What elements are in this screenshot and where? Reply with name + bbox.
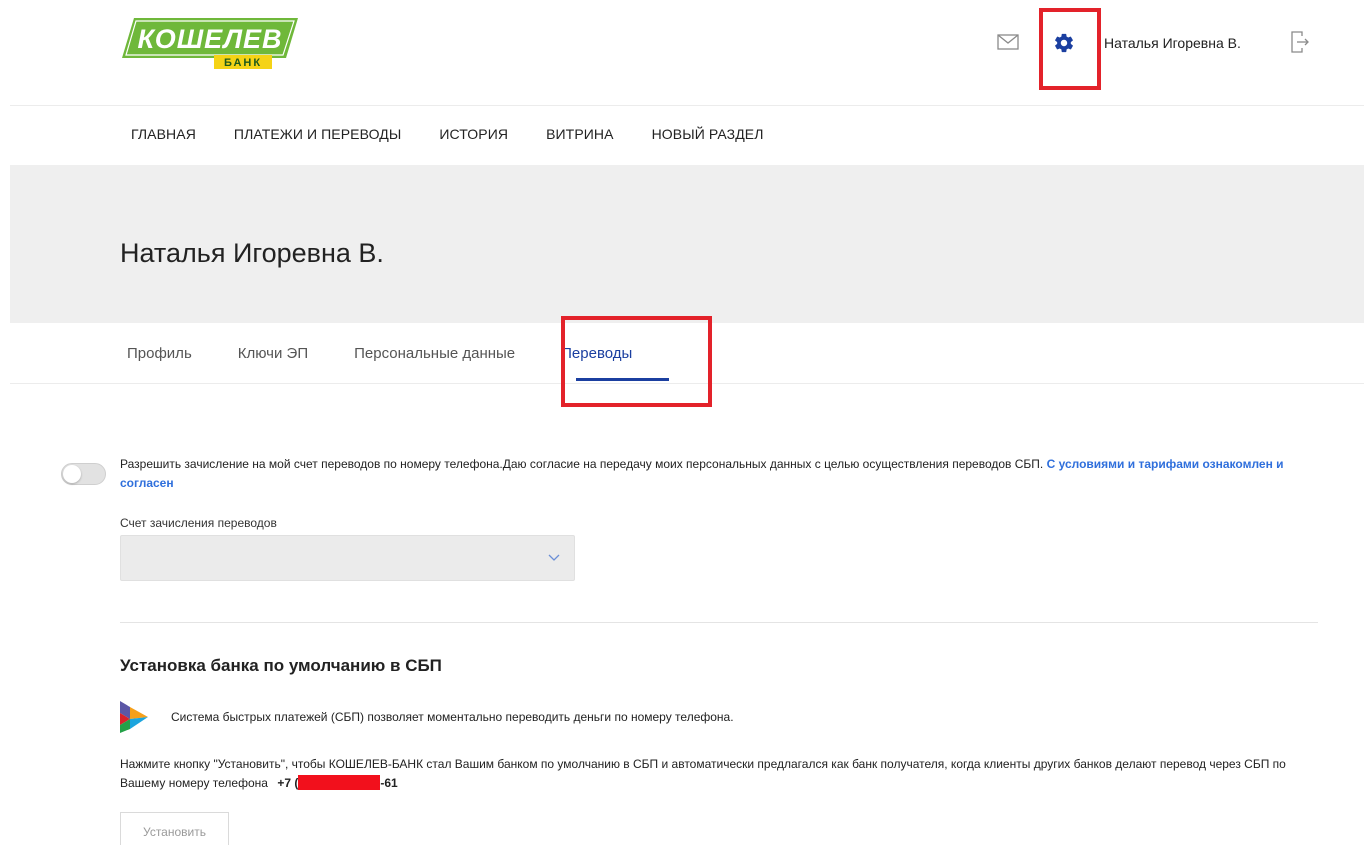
sbp-section-title: Установка банка по умолчанию в СБП xyxy=(120,656,442,675)
nav-item-new-section[interactable]: НОВЫЙ РАЗДЕЛ xyxy=(652,126,764,142)
redaction-bar xyxy=(298,775,381,790)
tab-profile[interactable]: Профиль xyxy=(127,345,192,362)
sbp-description: Система быстрых платежей (СБП) позволяет… xyxy=(171,710,734,724)
page-title: Наталья Игоревна В. xyxy=(120,238,384,268)
logo-text: КОШЕЛЕВ xyxy=(137,24,282,54)
install-button[interactable]: Установить xyxy=(120,812,229,845)
tab-personal-data[interactable]: Персональные данные xyxy=(354,345,515,362)
consent-label: Разрешить зачисление на мой счет перевод… xyxy=(120,457,1047,471)
toggle-knob xyxy=(63,465,81,483)
profile-tabs: Профиль Ключи ЭП Персональные данные Пер… xyxy=(127,345,678,362)
header-divider xyxy=(10,105,1364,106)
logo-subtext: БАНК xyxy=(224,57,262,69)
tabs-divider xyxy=(10,383,1364,384)
profile-banner: Наталья Игоревна В. xyxy=(10,165,1364,323)
user-name[interactable]: Наталья Игоревна В. xyxy=(1104,35,1241,51)
bank-logo[interactable]: КОШЕЛЕВ БАНК xyxy=(118,14,304,72)
account-select[interactable] xyxy=(120,535,575,581)
nav-item-history[interactable]: ИСТОРИЯ xyxy=(439,126,508,142)
phone-number: +7 ( -61 xyxy=(277,775,398,790)
tab-transfers[interactable]: Переводы xyxy=(561,345,632,362)
section-divider xyxy=(120,622,1318,623)
nav-item-showcase[interactable]: ВИТРИНА xyxy=(546,126,614,142)
account-select-label: Счет зачисления переводов xyxy=(120,516,277,530)
phone-prefix: +7 ( xyxy=(277,776,299,790)
nav-item-home[interactable]: ГЛАВНАЯ xyxy=(131,126,196,142)
phone-suffix: -61 xyxy=(380,776,398,790)
tab-keys[interactable]: Ключи ЭП xyxy=(238,345,308,362)
mail-icon[interactable] xyxy=(997,34,1019,50)
gear-icon[interactable] xyxy=(1053,32,1075,54)
sbp-consent-toggle[interactable] xyxy=(61,463,106,485)
nav-item-payments[interactable]: ПЛАТЕЖИ И ПЕРЕВОДЫ xyxy=(234,126,401,142)
sbp-instruction: Нажмите кнопку "Установить", чтобы КОШЕЛ… xyxy=(120,755,1320,793)
sbp-logo-icon xyxy=(118,697,150,737)
main-nav: ГЛАВНАЯ ПЛАТЕЖИ И ПЕРЕВОДЫ ИСТОРИЯ ВИТРИ… xyxy=(131,126,764,142)
active-tab-indicator xyxy=(576,378,669,381)
chevron-down-icon xyxy=(548,554,560,561)
consent-text: Разрешить зачисление на мой счет перевод… xyxy=(120,455,1320,493)
logout-icon[interactable] xyxy=(1291,31,1309,53)
